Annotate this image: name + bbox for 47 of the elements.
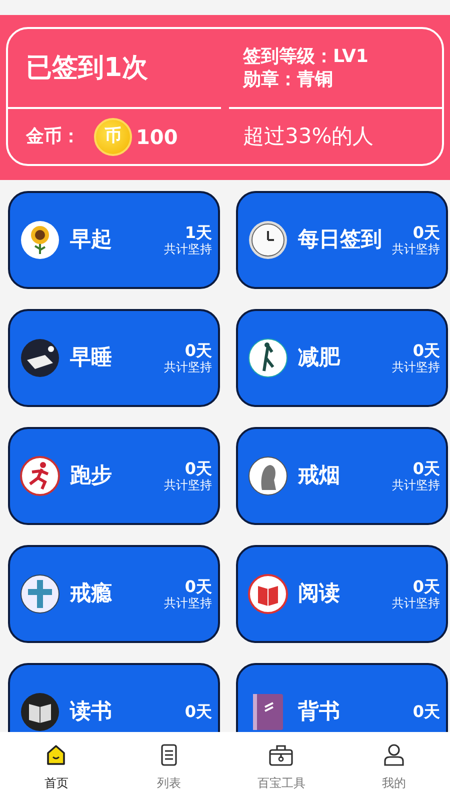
- habit-title: 戒烟: [298, 462, 341, 490]
- streak-caption: 共计坚持: [164, 478, 212, 492]
- coin-icon: 币: [94, 118, 132, 156]
- rank-text: 超过33%的人: [243, 122, 374, 150]
- day-count: 0天: [412, 578, 440, 596]
- streak-caption: 共计坚持: [164, 360, 212, 374]
- day-count: 0天: [412, 224, 440, 242]
- streak-caption: 共计坚持: [392, 478, 440, 492]
- sunflower-icon: [20, 220, 60, 260]
- nav-tab[interactable]: 列表: [112, 732, 225, 800]
- clock-icon: [248, 220, 288, 260]
- habit-title: 背书: [298, 698, 341, 726]
- habit-title: 戒瘾: [70, 580, 113, 608]
- coin-amount: 100: [136, 124, 178, 150]
- day-count: 0天: [184, 703, 212, 721]
- habit-title: 阅读: [298, 580, 341, 608]
- runner-icon: [20, 456, 60, 496]
- nav-tab[interactable]: 百宝工具: [225, 732, 338, 800]
- streak-caption: 共计坚持: [392, 242, 440, 256]
- streak-caption: 共计坚持: [392, 360, 440, 374]
- day-count: 0天: [184, 578, 212, 596]
- day-count: 0天: [184, 460, 212, 478]
- habit-title: 早起: [70, 226, 113, 254]
- day-count: 0天: [412, 703, 440, 721]
- habit-title: 读书: [70, 698, 113, 726]
- toolbox-icon: [268, 742, 294, 768]
- habit-title: 跑步: [70, 462, 113, 490]
- streak-caption: 共计坚持: [164, 242, 212, 256]
- cross-icon: [20, 574, 60, 614]
- habit-title: 减肥: [298, 344, 342, 372]
- checkin-count: 已签到1次: [26, 52, 148, 84]
- dancer-icon: [248, 338, 288, 378]
- habit-title: 每日签到: [298, 226, 383, 254]
- book-icon: [20, 692, 60, 732]
- streak-caption: 共计坚持: [164, 596, 212, 610]
- book-icon: [248, 574, 288, 614]
- level-text: 签到等级：LV1: [243, 44, 368, 68]
- nav-tab[interactable]: 首页: [0, 732, 112, 800]
- coins-label: 金币：: [26, 124, 80, 148]
- habit-title: 早睡: [70, 344, 113, 372]
- streak-caption: 共计坚持: [392, 596, 440, 610]
- medal-text: 勋章：青铜: [243, 68, 333, 92]
- day-count: 0天: [184, 342, 212, 360]
- nav-tab[interactable]: 我的: [338, 732, 450, 800]
- day-count: 0天: [412, 460, 440, 478]
- day-count: 1天: [184, 224, 212, 242]
- day-count: 0天: [412, 342, 440, 360]
